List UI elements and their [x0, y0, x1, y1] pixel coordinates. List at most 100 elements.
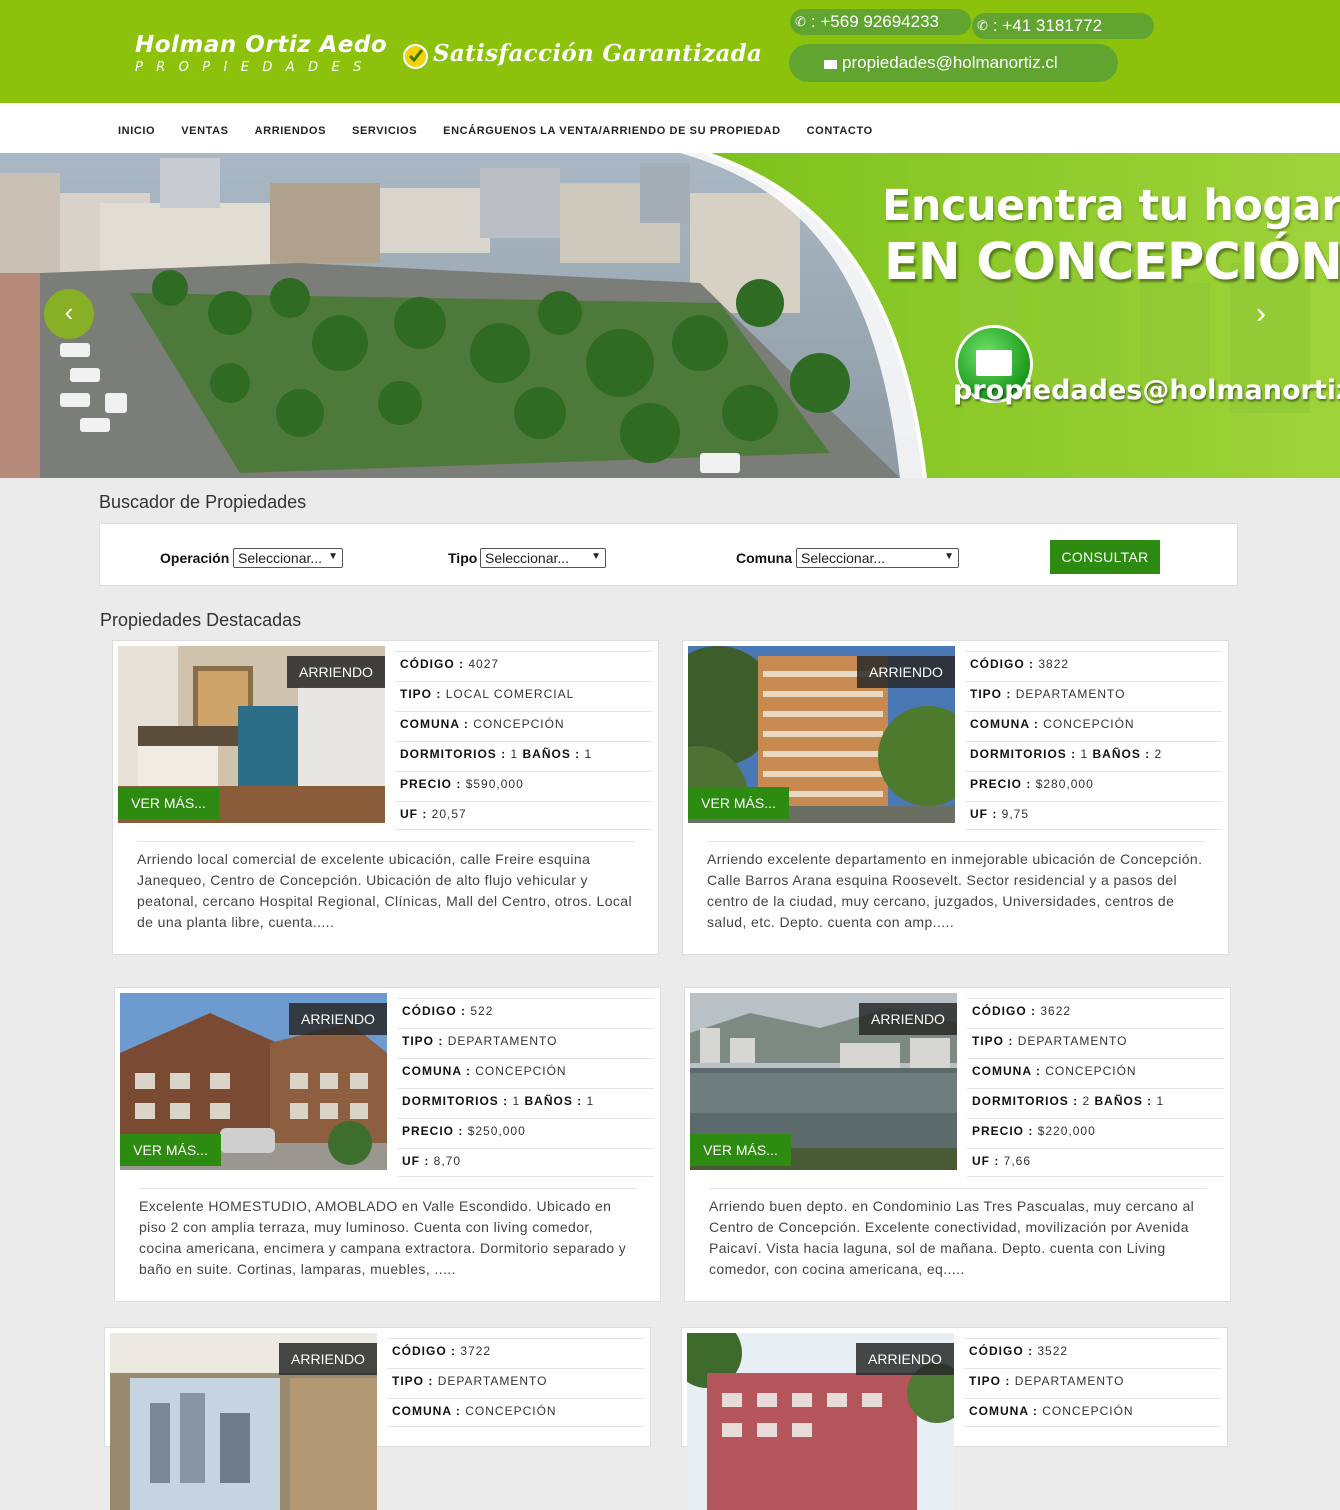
property-card: ARRIENDO VER MÁS... CÓDIGO : 3622 TIPO :…	[684, 987, 1231, 1302]
codigo-row: CÓDIGO : 3722	[387, 1338, 644, 1367]
ver-mas-button[interactable]: VER MÁS...	[118, 787, 219, 819]
property-photo[interactable]: ARRIENDO VER MÁS...	[118, 646, 385, 823]
property-details: CÓDIGO : 3522 TIPO : DEPARTAMENTO COMUNA…	[964, 1338, 1221, 1428]
rooms-row: DORMITORIOS : 1 BAÑOS : 2	[965, 741, 1222, 770]
tipo-row: TIPO : DEPARTAMENTO	[397, 1028, 654, 1057]
phone-mobile-text: : +569 92694233	[810, 12, 940, 31]
tipo-row: TIPO : DEPARTAMENTO	[965, 681, 1222, 710]
chevron-down-icon: ▼	[328, 551, 338, 562]
tipo-row: TIPO : DEPARTAMENTO	[964, 1368, 1221, 1397]
property-card: ARRIENDO CÓDIGO : 3522 TIPO : DEPARTAMEN…	[681, 1327, 1228, 1510]
codigo-row: CÓDIGO : 4027	[395, 651, 652, 680]
hero-slider: Encuentra tu hogar EN CONCEPCIÓN propied…	[0, 153, 1340, 478]
phone-mobile-link[interactable]: ✆ : +569 92694233	[790, 9, 971, 35]
property-details: CÓDIGO : 4027 TIPO : LOCAL COMERCIAL COM…	[395, 651, 652, 831]
uf-row: UF : 7,66	[967, 1148, 1224, 1177]
phone-landline-link[interactable]: ✆ : +41 3181772	[972, 13, 1154, 39]
status-badge: ARRIENDO	[857, 656, 955, 688]
property-search-form: Operación Seleccionar... ▼ Tipo Seleccion…	[99, 523, 1238, 586]
logo-name: Holman Ortiz Aedo	[135, 32, 388, 58]
rooms-row: DORMITORIOS : 1 BAÑOS : 1	[397, 1088, 654, 1117]
property-card: ARRIENDO VER MÁS... CÓDIGO : 4027 TIPO :…	[112, 640, 659, 955]
uf-row: UF : 8,70	[397, 1148, 654, 1177]
comuna-row: COMUNA : CONCEPCIÓN	[397, 1058, 654, 1087]
operacion-label: Operación	[160, 550, 230, 566]
property-details: CÓDIGO : 3622 TIPO : DEPARTAMENTO COMUNA…	[967, 998, 1224, 1178]
check-icon	[403, 44, 428, 69]
property-details: CÓDIGO : 522 TIPO : DEPARTAMENTO COMUNA …	[397, 998, 654, 1178]
rooms-row: DORMITORIOS : 1 BAÑOS : 1	[395, 741, 652, 770]
hero-subheading: EN CONCEPCIÓN	[884, 233, 1340, 292]
status-badge: ARRIENDO	[859, 1003, 957, 1035]
uf-row: UF : 20,57	[395, 801, 652, 830]
property-details: CÓDIGO : 3822 TIPO : DEPARTAMENTO COMUNA…	[965, 651, 1222, 831]
property-card: ARRIENDO CÓDIGO : 3722 TIPO : DEPARTAMEN…	[104, 1327, 651, 1510]
comuna-row: COMUNA : CONCEPCIÓN	[965, 711, 1222, 740]
comuna-label: Comuna	[736, 550, 792, 566]
ver-mas-button[interactable]: VER MÁS...	[690, 1134, 791, 1166]
property-description: Arriendo excelente departamento en inmej…	[707, 841, 1205, 933]
uf-row: UF : 9,75	[965, 801, 1222, 830]
logo-subtitle: PROPIEDADES	[135, 60, 375, 75]
consultar-button[interactable]: CONSULTAR	[1050, 540, 1160, 574]
tipo-label: Tipo	[448, 550, 478, 566]
featured-title: Propiedades Destacadas	[100, 610, 302, 630]
hero-heading: Encuentra tu hogar	[882, 181, 1340, 231]
nav-item-inicio[interactable]: INICIO	[118, 125, 155, 137]
property-description: Arriendo buen depto. en Condominio Las T…	[709, 1188, 1207, 1280]
status-badge: ARRIENDO	[279, 1343, 377, 1375]
status-badge: ARRIENDO	[856, 1343, 954, 1375]
status-badge: ARRIENDO	[287, 656, 385, 688]
header-bar: Holman Ortiz Aedo PROPIEDADES Satisfacci…	[0, 0, 1340, 103]
codigo-row: CÓDIGO : 3522	[964, 1338, 1221, 1367]
ver-mas-button[interactable]: VER MÁS...	[120, 1134, 221, 1166]
codigo-row: CÓDIGO : 3622	[967, 998, 1224, 1027]
nav-item-ventas[interactable]: VENTAS	[181, 125, 228, 137]
property-card: ARRIENDO VER MÁS... CÓDIGO : 3822 TIPO :…	[682, 640, 1229, 955]
tipo-row: TIPO : DEPARTAMENTO	[387, 1368, 644, 1397]
codigo-row: CÓDIGO : 522	[397, 998, 654, 1027]
property-card: ARRIENDO VER MÁS... CÓDIGO : 522 TIPO : …	[114, 987, 661, 1302]
precio-row: PRECIO : $590,000	[395, 771, 652, 800]
chevron-down-icon: ▼	[944, 551, 954, 562]
slogan: Satisfacción Garantizada	[433, 40, 763, 67]
tipo-select[interactable]: Seleccionar... ▼	[480, 548, 606, 568]
slider-next-button[interactable]: ›	[1256, 299, 1280, 329]
phone-icon: ✆	[795, 14, 806, 29]
property-photo[interactable]: ARRIENDO VER MÁS...	[688, 646, 955, 823]
property-photo[interactable]: ARRIENDO	[110, 1333, 377, 1510]
property-photo[interactable]: ARRIENDO VER MÁS...	[120, 993, 387, 1170]
ver-mas-button[interactable]: VER MÁS...	[688, 787, 789, 819]
email-text: propiedades@holmanortiz.cl	[842, 53, 1058, 72]
comuna-row: COMUNA : CONCEPCIÓN	[967, 1058, 1224, 1087]
chevron-down-icon: ▼	[591, 551, 601, 562]
rooms-row: DORMITORIOS : 2 BAÑOS : 1	[967, 1088, 1224, 1117]
operacion-select[interactable]: Seleccionar... ▼	[233, 548, 343, 568]
precio-row: PRECIO : $250,000	[397, 1118, 654, 1147]
property-description: Arriendo local comercial de excelente ub…	[137, 841, 635, 933]
comuna-row: COMUNA : CONCEPCIÓN	[387, 1398, 644, 1427]
site-logo[interactable]: Holman Ortiz Aedo PROPIEDADES	[135, 32, 387, 76]
comuna-row: COMUNA : CONCEPCIÓN	[395, 711, 652, 740]
tipo-row: TIPO : DEPARTAMENTO	[967, 1028, 1224, 1057]
tipo-row: TIPO : LOCAL COMERCIAL	[395, 681, 652, 710]
property-photo[interactable]: ARRIENDO VER MÁS...	[690, 993, 957, 1170]
property-description: Excelente HOMESTUDIO, AMOBLADO en Valle …	[139, 1188, 637, 1280]
hero-email: propiedades@holmanortiz.cl	[953, 375, 1340, 406]
precio-row: PRECIO : $220,000	[967, 1118, 1224, 1147]
codigo-row: CÓDIGO : 3822	[965, 651, 1222, 680]
comuna-row: COMUNA : CONCEPCIÓN	[964, 1398, 1221, 1427]
nav-item-contacto[interactable]: CONTACTO	[807, 125, 873, 137]
phone-icon: ✆	[977, 18, 988, 33]
property-photo[interactable]: ARRIENDO	[687, 1333, 954, 1510]
comuna-select[interactable]: Seleccionar... ▼	[796, 548, 959, 568]
nav-item-arriendos[interactable]: ARRIENDOS	[255, 125, 326, 137]
email-link[interactable]: propiedades@holmanortiz.cl	[789, 44, 1118, 82]
property-details: CÓDIGO : 3722 TIPO : DEPARTAMENTO COMUNA…	[387, 1338, 644, 1428]
precio-row: PRECIO : $280,000	[965, 771, 1222, 800]
slider-prev-button[interactable]: ‹	[44, 289, 94, 339]
nav-item-encarguenos[interactable]: ENCÁRGUENOS LA VENTA/ARRIENDO DE SU PROP…	[443, 125, 780, 137]
nav-item-servicios[interactable]: SERVICIOS	[352, 125, 417, 137]
phone-landline-text: : +41 3181772	[992, 16, 1103, 35]
search-title: Buscador de Propiedades	[99, 492, 307, 512]
